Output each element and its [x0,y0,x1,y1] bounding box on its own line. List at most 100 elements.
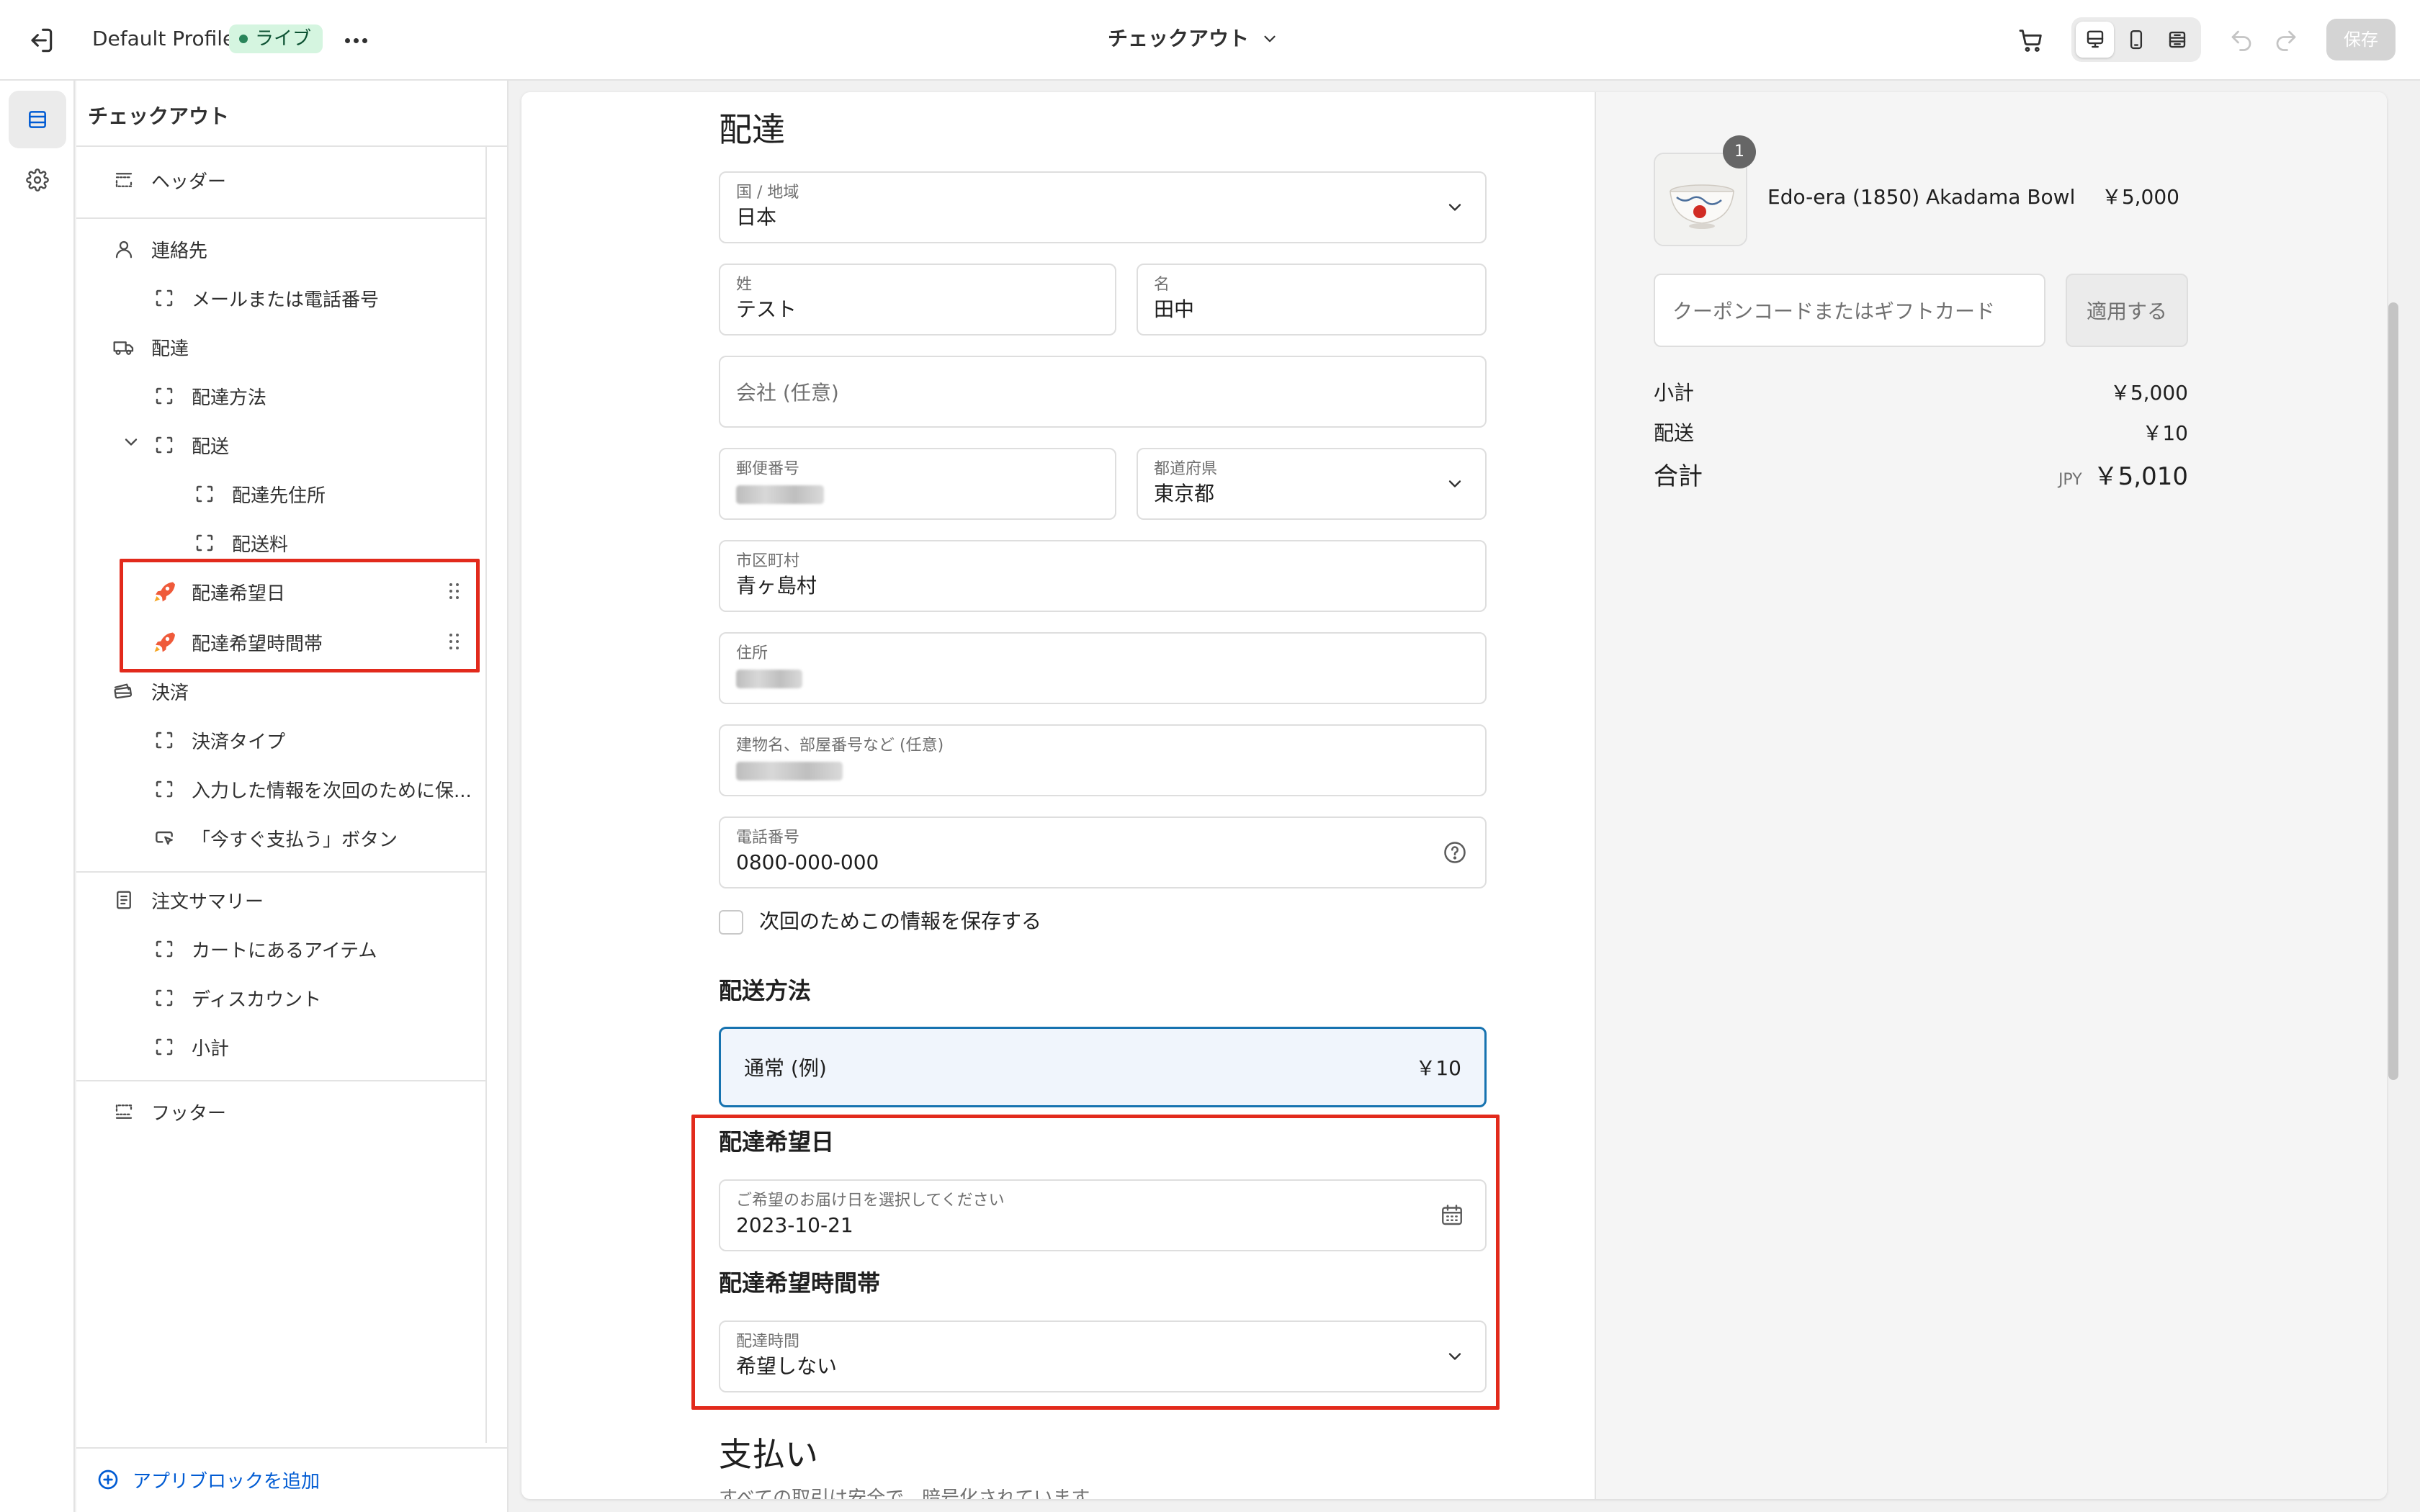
highlight-box [691,1115,1500,1410]
sidebar-item-label: メールまたは電話番号 [192,289,380,311]
sidebar-item-email-or-phone[interactable]: メールまたは電話番号 [151,278,379,318]
postal-code-field[interactable]: 郵便番号 [719,448,1116,520]
truck-icon [111,334,137,360]
receipt-icon [111,887,137,913]
chevron-down-icon [1448,480,1461,487]
sidebar-item-header[interactable]: ヘッダー [111,160,226,200]
page-selector-label: チェックアウト [1108,27,1250,50]
viewport-switcher [2071,17,2201,62]
field-label: 市区町村 [736,552,800,570]
exit-icon[interactable] [24,24,56,56]
field-placeholder: 会社 (任意) [736,381,839,405]
status-badge-label: ライブ [255,28,312,50]
undo-icon[interactable] [2228,27,2254,53]
shipping-row: 配送 ￥10 [1654,418,2188,446]
settings-icon[interactable] [9,151,66,209]
shipping-method-heading: 配送方法 [719,977,812,1004]
sidebar-item-label: 注文サマリー [151,891,264,913]
country-select[interactable]: 国 / 地域 日本 [719,171,1487,243]
sidebar-item-contact[interactable]: 連絡先 [111,229,207,269]
fullwidth-view-icon[interactable] [2159,22,2197,58]
sidebar-item-label: 小計 [192,1038,230,1060]
product-name: Edo-era (1850) Akadama Bowl [1767,185,2076,209]
add-app-block-button[interactable]: アプリブロックを追加 [97,1463,320,1496]
sidebar-item-discount[interactable]: ディスカウント [151,978,321,1018]
sidebar-item-label: ディスカウント [192,989,322,1011]
building-field[interactable]: 建物名、部屋番号など (任意) [719,724,1487,796]
add-app-block-label: アプリブロックを追加 [133,1470,321,1493]
sidebar-item-label: 決済タイプ [192,731,286,753]
block-icon [151,776,177,802]
sidebar-item-label: 配達 [151,338,189,360]
status-badge: ライブ [229,24,323,53]
footer-icon [111,1099,137,1125]
currency-code: JPY [2058,471,2082,489]
sidebar-item-remember-me[interactable]: 入力した情報を次回のために保... [151,769,472,809]
sidebar-item-shipping[interactable]: 配送 [151,425,229,465]
address-field[interactable]: 住所 [719,632,1487,704]
last-name-field[interactable]: 姓 テスト [719,264,1116,336]
block-icon [151,383,177,409]
sidebar-item-label: 「今すぐ支払う」ボタン [192,829,398,851]
sidebar-item-subtotal[interactable]: 小計 [151,1027,229,1067]
mobile-view-icon[interactable] [2117,22,2155,58]
sidebar-item-delivery[interactable]: 配達 [111,327,189,367]
sidebar-item-payment-type[interactable]: 決済タイプ [151,720,285,760]
sidebar-item-label: 決済 [151,682,189,704]
sidebar-item-shipping-address[interactable]: 配達先住所 [192,474,326,514]
sidebar-item-footer[interactable]: フッター [111,1092,226,1132]
phone-field[interactable]: 電話番号 0800-000-000 [719,816,1487,888]
product-price: ￥5,000 [2101,185,2179,209]
block-icon [151,936,177,962]
city-field[interactable]: 市区町村 青ヶ島村 [719,540,1487,612]
field-label: 名 [1154,276,1170,294]
total-label: 合計 [1654,462,1703,491]
coupon-input[interactable]: クーポンコードまたはギフトカード [1654,274,2045,347]
divider [76,217,485,219]
company-field[interactable]: 会社 (任意) [719,356,1487,428]
prefecture-select[interactable]: 都道府県 東京都 [1137,448,1487,520]
sidebar-item-label: 配達方法 [192,387,267,409]
first-name-field[interactable]: 名 田中 [1137,264,1487,336]
payment-heading: 支払い [719,1435,818,1474]
help-icon[interactable] [1442,840,1468,865]
sidebar-item-delivery-method[interactable]: 配達方法 [151,376,266,416]
sidebar-item-shipping-fee[interactable]: 配送料 [192,523,288,563]
page-selector[interactable]: チェックアウト [1108,23,1279,55]
shipping-option[interactable]: 通常 (例) ￥10 [719,1027,1487,1107]
preview-scrollbar[interactable] [2388,302,2398,1080]
sidebar-item-label: カートにあるアイテム [192,940,377,962]
chevron-down-icon[interactable] [121,432,141,452]
sidebar-item-label: 配送料 [232,534,289,556]
apply-button[interactable]: 適用する [2066,274,2188,347]
field-label: 郵便番号 [736,460,800,478]
cart-icon[interactable] [2017,26,2045,55]
sidebar-item-label: フッター [151,1102,227,1125]
field-value: テスト [736,297,797,321]
field-label: 住所 [736,644,768,662]
more-icon[interactable] [341,26,370,55]
save-info-checkbox[interactable] [719,910,743,935]
desktop-view-icon[interactable] [2076,22,2115,58]
block-icon [151,432,177,458]
sidebar-item-pay-now-button[interactable]: 「今すぐ支払う」ボタン [151,818,398,858]
sidebar-item-cart-items[interactable]: カートにあるアイテム [151,929,377,969]
save-button[interactable]: 保存 [2326,19,2396,60]
sidebar-scrollbar[interactable] [485,147,487,1443]
pay-button-icon [151,825,177,851]
field-value: 東京都 [1154,482,1215,505]
redo-icon[interactable] [2273,27,2299,53]
sidebar-item-order-summary[interactable]: 注文サマリー [111,880,264,920]
shipping-value: ￥10 [2142,421,2188,445]
header-icon [111,167,137,193]
divider [76,1447,508,1449]
field-value-redacted [736,757,843,787]
sections-icon[interactable] [9,91,66,148]
divider [76,871,485,873]
coupon-placeholder: クーポンコードまたはギフトカード [1672,300,1996,323]
field-value: 日本 [736,205,777,229]
checkout-preview: 配達 国 / 地域 日本 姓 テスト 名 田中 会社 (任意) 郵便番号 都道府… [521,92,2387,1499]
block-icon [151,285,177,311]
sidebar-item-payment[interactable]: 決済 [111,671,189,711]
delivery-heading: 配達 [719,110,785,149]
